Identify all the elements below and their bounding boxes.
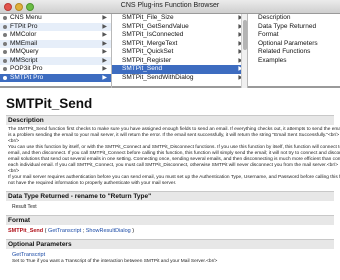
plugin-item[interactable]: MMEmail ▶ <box>0 39 111 48</box>
disclosure-arrow-icon: ▶ <box>102 23 107 30</box>
description-line: is a problem sending the email to your m… <box>8 133 340 138</box>
section-item[interactable]: Format <box>248 31 340 40</box>
section-item-label: Optional Parameters <box>258 39 318 47</box>
function-item[interactable]: SMTPit_Register▶ <box>112 57 247 66</box>
function-item-label: SMTPit_MergeText <box>122 39 178 47</box>
section-item[interactable]: Optional Parameters <box>248 40 340 49</box>
format-param-showresultdialog[interactable]: ShowResultDialog <box>86 228 131 234</box>
disclosure-arrow-icon: ▶ <box>102 49 107 55</box>
plugin-item-label: SMTPit Pro <box>10 73 44 81</box>
title-bar: CNS Plug-ins Function Browser <box>0 0 340 14</box>
plugin-item-label: MMColor <box>10 31 37 38</box>
function-item-label: SMTPit_QuickSet <box>122 48 174 55</box>
function-item[interactable]: SMTPit_Send▶ <box>112 65 247 74</box>
optional-parameters-heading: Optional Parameters <box>6 239 334 249</box>
plugin-bullet-icon <box>3 50 7 54</box>
section-item[interactable]: Description <box>248 14 340 23</box>
plugin-item-label: MMScript <box>10 56 38 64</box>
functions-column[interactable]: SMTPit_File_Size▶SMTPit_GetSendValue▶SMT… <box>112 14 248 88</box>
plugin-item-label: FTPit Pro <box>10 22 38 30</box>
functions-scrollbar[interactable] <box>241 14 247 88</box>
plugin-bullet-icon <box>3 41 7 46</box>
plugin-item-label: MMQuery <box>10 48 39 55</box>
function-item[interactable]: SMTPit_File_Size▶ <box>112 14 247 23</box>
plugin-item[interactable]: SMTPit Pro ▶ <box>0 73 111 82</box>
section-item-label: Examples <box>258 56 287 64</box>
function-item[interactable]: SMTPit_MergeText▶ <box>112 40 247 49</box>
section-item[interactable]: Examples <box>248 57 340 66</box>
plugin-bullet-icon <box>3 33 7 37</box>
section-item-label: Format <box>258 31 279 38</box>
function-item-label: SMTPit_Send <box>122 65 163 72</box>
function-item[interactable]: SMTPit_GetSendValue▶ <box>112 23 247 32</box>
section-item-label: Description <box>258 14 291 21</box>
function-browser-window: CNS Plug-ins Function Browser CNS Menu ▶ F… <box>0 0 340 280</box>
plugin-item[interactable]: POP3it Pro ▶ <box>0 65 111 74</box>
sections-column[interactable]: Description Data Type Returned Format Optio… <box>248 14 340 88</box>
plugin-item-label: POP3it Pro <box>10 65 43 72</box>
plugin-item[interactable]: FTPit Pro ▶ <box>0 22 111 31</box>
function-item[interactable]: SMTPit_IsConnected▶ <box>112 31 247 40</box>
description-heading: Description <box>6 115 334 125</box>
section-item[interactable]: Data Type Returned <box>248 23 340 32</box>
function-item[interactable]: SMTPit_SendWithDialog▶ <box>112 74 247 83</box>
description-text: The SMTPit_Send function first checks to… <box>6 125 340 187</box>
function-item-label: SMTPit_GetSendValue <box>122 22 189 30</box>
description-line: each individual email. If you call SMTPi… <box>8 163 339 168</box>
function-item[interactable]: SMTPit_QuickSet▶ <box>112 48 247 57</box>
section-item-label: Data Type Returned <box>258 22 317 30</box>
param-gettranscript-desc: Set to True if you want a Transcript of … <box>12 259 218 264</box>
data-type-heading: Data Type Returned - rename to "Return T… <box>6 191 334 201</box>
disclosure-arrow-icon: ▶ <box>102 74 107 81</box>
disclosure-arrow-icon: ▶ <box>102 57 107 64</box>
disclosure-arrow-icon: ▶ <box>102 66 107 72</box>
param-gettranscript-name: GetTranscript <box>12 252 46 258</box>
function-item-label: SMTPit_SendWithDialog <box>122 73 194 81</box>
plugin-bullet-icon <box>3 24 7 29</box>
plugin-item[interactable]: MMScript ▶ <box>0 56 111 65</box>
disclosure-arrow-icon: ▶ <box>102 32 107 38</box>
plugin-item[interactable]: CNS Menu ▶ <box>0 14 111 23</box>
plugin-bullet-icon <box>3 75 7 80</box>
window-title: CNS Plug-ins Function Browser <box>120 2 220 9</box>
disclosure-arrow-icon: ▶ <box>102 15 107 21</box>
function-item-label: SMTPit_Register <box>122 56 172 64</box>
format-signature: SMTPit_Send ( GetTranscript ; ShowResult… <box>6 225 334 235</box>
description-line: not have the required information to pro… <box>8 181 177 186</box>
plugin-bullet-icon <box>3 67 7 71</box>
page-title: SMTPit_Send <box>6 96 93 111</box>
data-type-value: Result Text <box>12 204 37 210</box>
scrollbar-thumb[interactable] <box>243 20 247 50</box>
format-close-paren: ) <box>130 228 135 234</box>
column-browser: CNS Menu ▶ FTPit Pro ▶ MMColor ▶ MMEmail ▶ MMQue… <box>0 14 340 88</box>
section-item[interactable]: Related Functions <box>248 48 340 57</box>
plugin-item-label: MMEmail <box>10 39 38 47</box>
plugins-column[interactable]: CNS Menu ▶ FTPit Pro ▶ MMColor ▶ MMEmail ▶ MMQue… <box>0 14 112 88</box>
function-item-label: SMTPit_File_Size <box>122 14 174 21</box>
plugin-item-label: CNS Menu <box>10 14 42 21</box>
documentation-pane: SMTPit_Send Description The SMTPit_Send … <box>0 90 340 280</box>
plugin-item[interactable]: MMColor ▶ <box>0 31 111 40</box>
function-item-label: SMTPit_IsConnected <box>122 31 184 38</box>
disclosure-arrow-icon: ▶ <box>102 40 107 47</box>
plugin-bullet-icon <box>3 58 7 63</box>
description-line: The SMTPit_Send function first checks to… <box>8 127 340 132</box>
format-param-gettranscript[interactable]: GetTranscript <box>48 228 81 234</box>
format-function-name: SMTPit_Send <box>8 228 44 234</box>
plugin-bullet-icon <box>3 16 7 20</box>
section-item-label: Related Functions <box>258 48 311 55</box>
plugin-item[interactable]: MMQuery ▶ <box>0 48 111 57</box>
format-heading: Format <box>6 215 334 225</box>
